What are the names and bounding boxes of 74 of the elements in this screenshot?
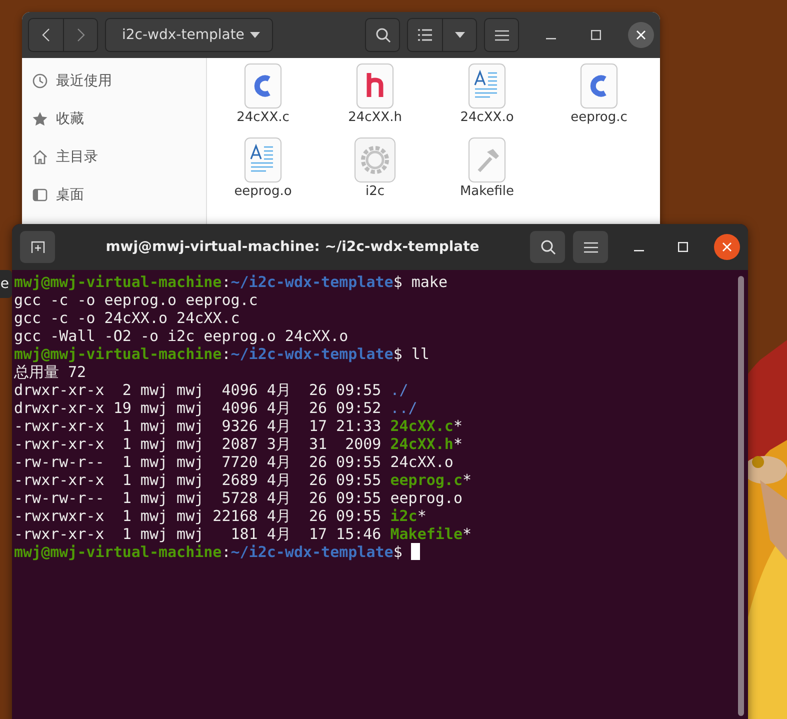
menu-icon (584, 242, 598, 252)
file-info: -rwxr-xr-x 1 mwj mwj 181 4月 17 15:46 (14, 525, 382, 543)
home-icon (32, 149, 48, 165)
close-button[interactable] (628, 22, 654, 48)
file-name: Makefile* (390, 525, 472, 543)
c-file-icon (580, 63, 618, 109)
h-file-icon (356, 63, 394, 109)
file-name: ../ (390, 399, 418, 417)
minimize-icon (546, 38, 556, 40)
minimize-icon (634, 250, 644, 252)
sidebar-item[interactable]: 最近使用 (22, 62, 206, 100)
file-item[interactable]: eeprog.c (543, 63, 655, 126)
output-line: gcc -c -o eeprog.o eeprog.c (14, 291, 258, 309)
output-line: gcc -c -o 24cXX.o 24cXX.c (14, 309, 240, 327)
scrollbar[interactable] (738, 276, 744, 716)
output-line: gcc -Wall -O2 -o i2c eeprog.o 24cXX.o (14, 327, 348, 345)
file-name: 24cXX.o (390, 453, 454, 471)
file-info: -rwxr-xr-x 1 mwj mwj 2087 3月 31 2009 (14, 435, 382, 453)
file-info: drwxr-xr-x 19 mwj mwj 4096 4月 26 09:52 (14, 399, 382, 417)
chevron-left-icon (42, 28, 50, 42)
close-icon (636, 30, 646, 40)
sidebar-item[interactable]: 主目录 (22, 138, 206, 176)
file-info: -rw-rw-r-- 1 mwj mwj 5728 4月 26 09:55 (14, 489, 382, 507)
c-file-icon (244, 63, 282, 109)
menu-button[interactable] (573, 231, 608, 263)
close-icon (722, 242, 732, 252)
clock-icon (32, 73, 48, 89)
location-button[interactable]: i2c-wdx-template (105, 18, 273, 52)
file-name: eeprog.o (390, 489, 462, 507)
star-icon (32, 111, 48, 127)
file-name: ./ (390, 381, 408, 399)
file-item[interactable]: 24cXX.o (431, 63, 543, 126)
sidebar-item[interactable]: 收藏 (22, 100, 206, 138)
close-button[interactable] (714, 234, 740, 260)
new-tab-button[interactable] (20, 231, 55, 263)
gear-icon (354, 137, 396, 183)
hammer-icon (468, 137, 506, 183)
list-icon (418, 29, 432, 41)
file-item[interactable]: eeprog.o (207, 137, 319, 200)
document-icon (468, 63, 506, 109)
file-info: -rwxr-xr-x 1 mwj mwj 2689 4月 26 09:55 (14, 471, 382, 489)
menu-button[interactable] (484, 18, 519, 52)
file-name: 24cXX.h* (390, 435, 462, 453)
document-icon (244, 137, 282, 183)
file-name: 24cXX.c* (390, 417, 462, 435)
sidebar-item[interactable]: 桌面 (22, 176, 206, 214)
file-item[interactable]: 24cXX.h (319, 63, 431, 126)
output-line: 总用量 72 (14, 363, 86, 381)
maximize-icon (678, 242, 688, 252)
desktop-icon (32, 187, 48, 203)
file-item[interactable]: Makefile (431, 137, 543, 200)
file-info: -rwxr-xr-x 1 mwj mwj 9326 4月 17 21:33 (14, 417, 382, 435)
caret-icon (250, 32, 260, 38)
new-tab-icon (30, 241, 44, 253)
file-item[interactable]: 24cXX.c (207, 63, 319, 126)
chevron-right-icon (76, 28, 84, 42)
search-button[interactable] (365, 18, 400, 52)
prompt-line: mwj@mwj-virtual-machine:~/i2c-wdx-template$ ll (14, 345, 430, 363)
file-info: -rw-rw-r-- 1 mwj mwj 7720 4月 26 09:55 (14, 453, 382, 471)
search-button[interactable] (530, 231, 565, 263)
maximize-icon (591, 30, 601, 40)
window-title: mwj@mwj-virtual-machine: ~/i2c-wdx-template (104, 239, 480, 255)
file-info: -rwxrwxr-x 1 mwj mwj 22168 4月 26 09:55 (14, 507, 382, 525)
search-icon (540, 239, 556, 255)
search-icon (374, 27, 390, 43)
prompt-line: mwj@mwj-virtual-machine:~/i2c-wdx-template$ (14, 543, 402, 561)
menu-icon (494, 30, 508, 40)
file-name: eeprog.c* (390, 471, 472, 489)
file-item[interactable]: i2c (319, 137, 431, 200)
prompt-line: mwj@mwj-virtual-machine:~/i2c-wdx-template$ make (14, 273, 448, 291)
caret-icon (454, 32, 464, 38)
tooltip: e (0, 270, 12, 298)
file-info: drwxr-xr-x 2 mwj mwj 4096 4月 26 09:55 (14, 381, 382, 399)
file-name: i2c* (390, 507, 426, 525)
